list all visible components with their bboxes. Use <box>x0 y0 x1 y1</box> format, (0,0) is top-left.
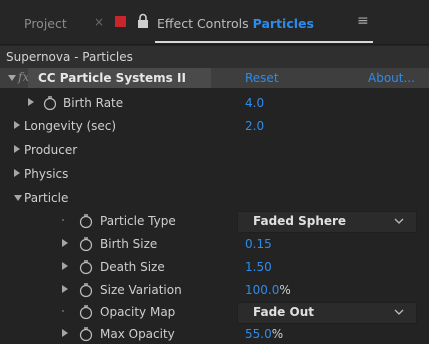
chevron-down-icon <box>394 309 404 315</box>
property-row-particle-type: Particle Type Faded Sphere <box>0 211 429 233</box>
property-label: Birth Rate <box>63 96 124 110</box>
tab-effect-controls-label: Effect Controls <box>157 16 249 31</box>
property-row-opacity-map: Opacity Map Fade Out <box>0 302 429 324</box>
stopwatch-icon[interactable] <box>43 95 57 111</box>
property-value-unit: % <box>271 327 284 341</box>
property-row-birth-size: Birth Size 0.15 <box>0 234 429 254</box>
disclosure-triangle-icon[interactable] <box>14 195 22 201</box>
group-label[interactable]: Particle <box>24 191 68 205</box>
stopwatch-icon[interactable] <box>79 213 93 229</box>
property-value[interactable]: 2.0 <box>245 119 264 133</box>
disclosure-triangle-icon[interactable] <box>62 285 68 293</box>
stopwatch-icon[interactable] <box>79 304 93 320</box>
panel-tab-bar: Project × Effect Controls Particles ≡ <box>0 0 429 45</box>
panel-menu-icon[interactable]: ≡ <box>357 13 369 29</box>
particle-type-dropdown[interactable]: Faded Sphere <box>237 211 417 233</box>
property-value[interactable]: 1.50 <box>245 260 272 274</box>
gutter-marker <box>62 310 64 312</box>
property-value[interactable]: 100.0% <box>245 283 291 297</box>
disclosure-triangle-icon[interactable] <box>14 169 20 177</box>
property-value[interactable]: 4.0 <box>245 96 264 110</box>
disclosure-triangle-icon[interactable] <box>14 145 20 153</box>
group-label[interactable]: Producer <box>24 143 77 157</box>
dropdown-value: Fade Out <box>253 305 314 319</box>
property-group-particle: Particle <box>0 188 429 208</box>
disclosure-triangle-icon[interactable] <box>28 98 34 106</box>
property-row-max-opacity: Max Opacity 55.0% <box>0 324 429 344</box>
effect-name[interactable]: CC Particle Systems II <box>38 71 186 85</box>
property-row-size-variation: Size Variation 100.0% <box>0 280 429 300</box>
property-label: Opacity Map <box>100 305 176 319</box>
dropdown-value: Faded Sphere <box>253 214 347 228</box>
property-value-unit: % <box>279 283 291 297</box>
property-label: Longevity (sec) <box>24 119 117 133</box>
close-icon[interactable]: × <box>94 15 104 29</box>
effect-row: fx CC Particle Systems II Reset About... <box>0 68 429 88</box>
property-row-birth-rate: Birth Rate 4.0 <box>0 93 429 113</box>
property-value[interactable]: 55.0% <box>245 327 283 341</box>
property-label: Particle Type <box>100 214 176 228</box>
property-label: Death Size <box>100 260 165 274</box>
effect-controls-panel: Project × Effect Controls Particles ≡ Su… <box>0 0 429 344</box>
stopwatch-icon[interactable] <box>79 259 93 275</box>
tab-effect-controls-layer: Particles <box>252 16 314 31</box>
chevron-down-icon <box>394 218 404 224</box>
property-value-number: 55.0 <box>245 327 272 341</box>
about-link[interactable]: About... <box>368 71 415 85</box>
stopwatch-icon[interactable] <box>79 282 93 298</box>
reset-link[interactable]: Reset <box>245 71 279 85</box>
panel-header: Supernova - Particles <box>0 46 429 68</box>
property-label: Birth Size <box>100 237 158 251</box>
tab-project[interactable]: Project <box>24 16 67 31</box>
property-row-longevity: Longevity (sec) 2.0 <box>0 116 429 136</box>
tab-effect-controls[interactable]: Effect Controls Particles <box>157 16 314 31</box>
stopwatch-icon[interactable] <box>79 236 93 252</box>
property-value[interactable]: 0.15 <box>245 237 272 251</box>
active-tab-indicator <box>155 41 373 43</box>
property-group-producer: Producer <box>0 140 429 160</box>
property-group-physics: Physics <box>0 164 429 184</box>
disclosure-triangle-icon[interactable] <box>62 262 68 270</box>
property-label: Max Opacity <box>100 327 175 341</box>
group-label[interactable]: Physics <box>24 167 68 181</box>
disclosure-triangle-icon[interactable] <box>14 121 20 129</box>
stopwatch-icon[interactable] <box>79 326 93 342</box>
opacity-map-dropdown[interactable]: Fade Out <box>237 302 417 324</box>
disclosure-triangle-icon[interactable] <box>62 239 68 247</box>
label-color-swatch <box>115 16 126 27</box>
property-value-number: 100.0 <box>245 283 280 297</box>
disclosure-triangle-icon[interactable] <box>62 329 68 337</box>
layer-title: Supernova - Particles <box>6 50 133 64</box>
property-row-death-size: Death Size 1.50 <box>0 257 429 277</box>
disclosure-triangle-icon[interactable] <box>8 75 16 81</box>
property-label: Size Variation <box>100 283 182 297</box>
lock-icon[interactable] <box>136 13 150 29</box>
gutter-marker <box>62 219 64 221</box>
